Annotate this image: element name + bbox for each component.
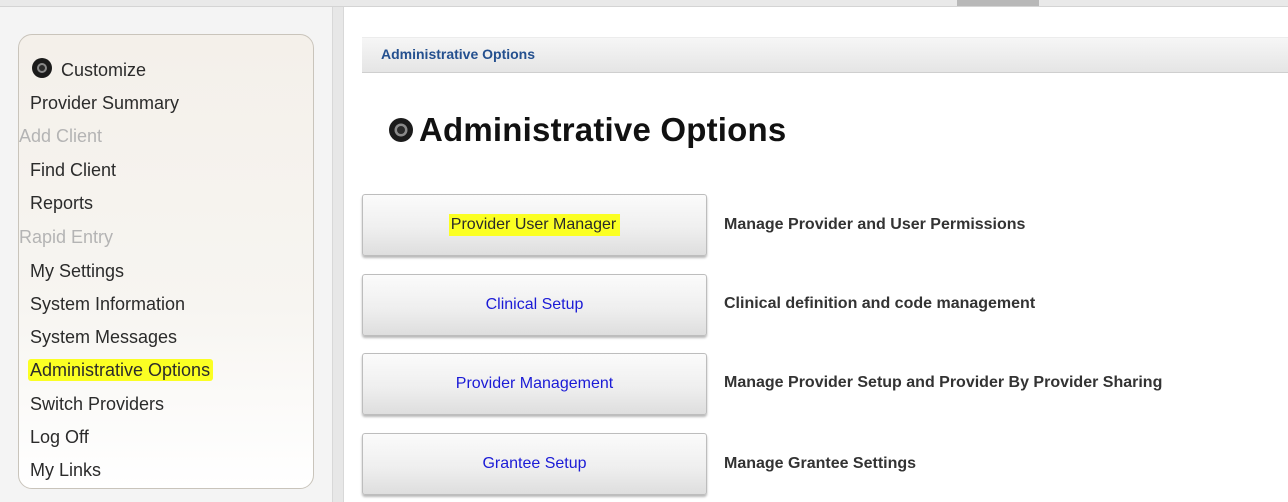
sidebar-item-switch-providers[interactable]: Switch Providers: [30, 393, 164, 415]
sidebar-item-administrative-options[interactable]: Administrative Options: [28, 359, 214, 381]
grantee-setup-button[interactable]: Grantee Setup: [362, 433, 707, 495]
top-scrollbar[interactable]: [0, 0, 1288, 7]
sidebar-item-my-links[interactable]: My Links: [30, 459, 101, 481]
sidebar-item-rapid-entry: Rapid Entry: [19, 227, 114, 247]
radio-bullet-icon: [32, 58, 52, 78]
sidebar-item-provider-summary[interactable]: Provider Summary: [30, 92, 179, 114]
sidebar-item-reports[interactable]: Reports: [30, 192, 93, 214]
provider-management-button[interactable]: Provider Management: [362, 353, 707, 415]
button-label: Provider User Manager: [448, 214, 621, 236]
sidebar-item-my-settings[interactable]: My Settings: [30, 260, 124, 282]
sidebar-item-add-client: Add Client: [19, 126, 103, 146]
breadcrumb-label: Administrative Options: [381, 46, 536, 62]
option-description: Manage Provider Setup and Provider By Pr…: [724, 374, 1163, 391]
sidebar-item-log-off[interactable]: Log Off: [30, 426, 89, 448]
page-title: Administrative Options: [419, 111, 787, 148]
sidebar-item-find-client[interactable]: Find Client: [30, 159, 116, 181]
option-description: Clinical definition and code management: [724, 295, 1036, 312]
side-menu: Customize Provider Summary Add Client Fi…: [18, 34, 314, 489]
scrollbar-thumb[interactable]: [957, 0, 1039, 6]
button-label: Provider Management: [455, 375, 614, 392]
breadcrumb: Administrative Options: [362, 37, 1288, 73]
option-description: Manage Provider and User Permissions: [724, 216, 1026, 233]
pane-divider[interactable]: [332, 7, 344, 502]
button-label: Grantee Setup: [482, 455, 587, 472]
provider-user-manager-button[interactable]: Provider User Manager: [362, 194, 707, 256]
sidebar-item-system-messages[interactable]: System Messages: [30, 326, 177, 348]
radio-bullet-icon: [389, 118, 413, 142]
sidebar-item-label: Customize: [61, 60, 147, 80]
option-description: Manage Grantee Settings: [724, 455, 917, 472]
page-heading: Administrative Options: [387, 108, 786, 152]
sidebar-item-customize[interactable]: Customize: [31, 57, 146, 81]
sidebar-item-system-information[interactable]: System Information: [30, 293, 185, 315]
button-label: Clinical Setup: [485, 296, 584, 313]
clinical-setup-button[interactable]: Clinical Setup: [362, 274, 707, 336]
